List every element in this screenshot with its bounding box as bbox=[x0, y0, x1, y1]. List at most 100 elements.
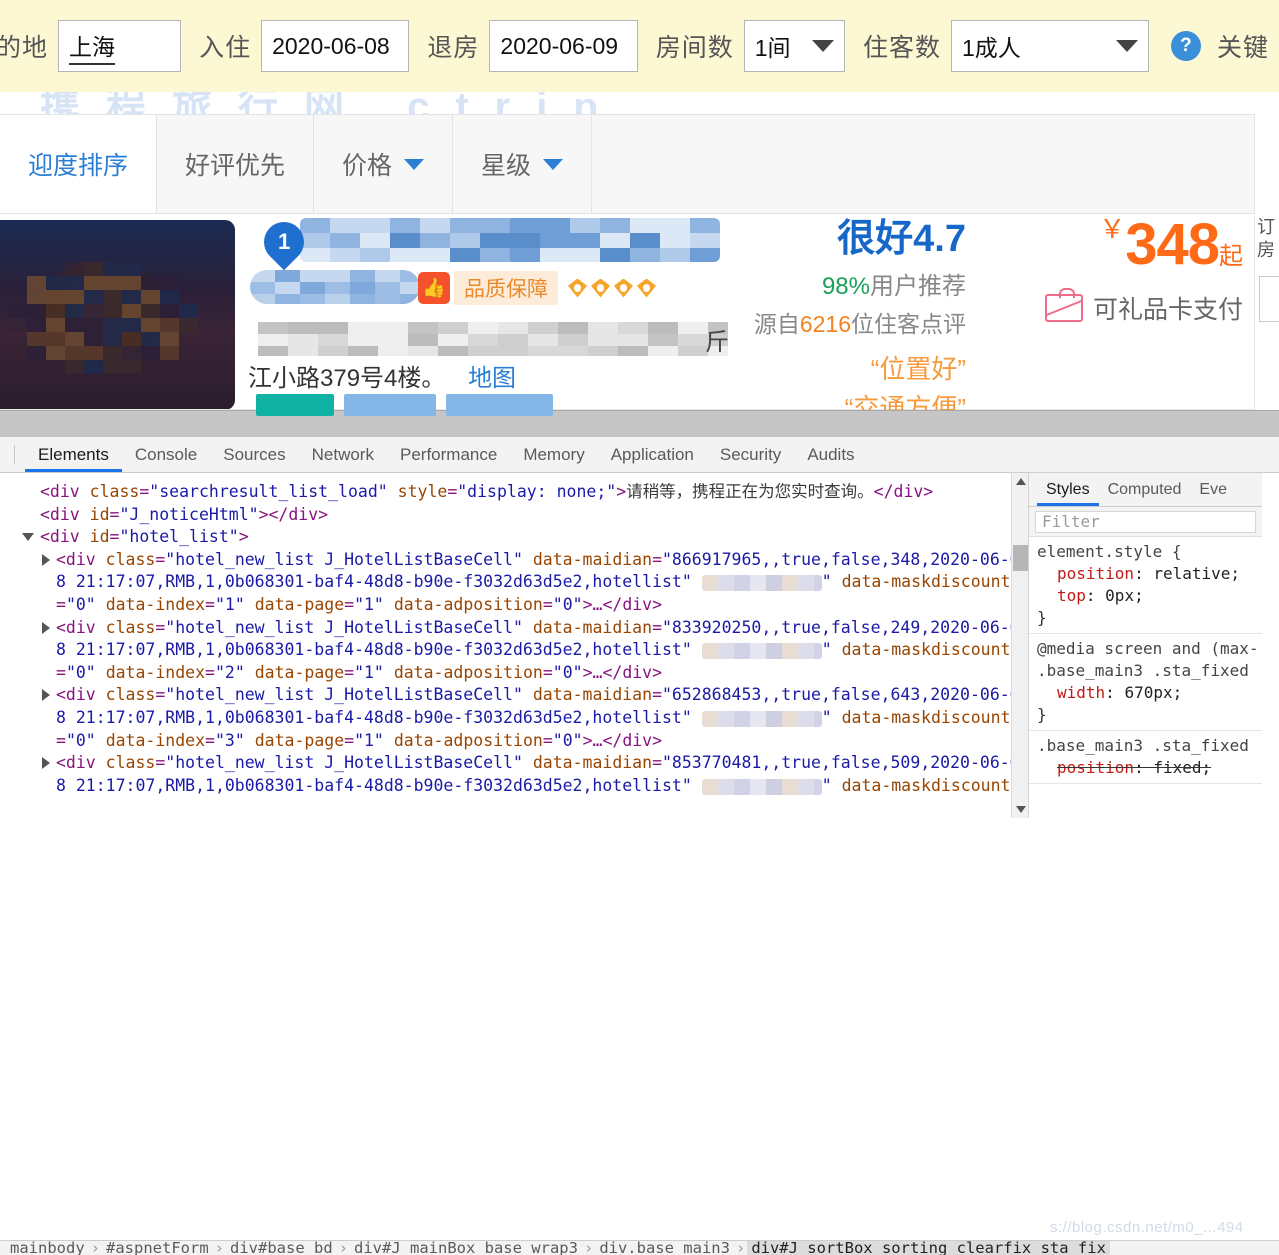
dom-line[interactable]: <div class="hotel_new_list J_HotelListBa… bbox=[14, 617, 1028, 685]
thumbnail-pixel bbox=[65, 346, 84, 360]
styles-tab-computed[interactable]: Computed bbox=[1099, 473, 1191, 506]
redaction-pixel bbox=[718, 779, 734, 795]
css-rule[interactable]: element.style {position: relative; top: 0… bbox=[1029, 537, 1262, 634]
dom-line[interactable]: <div class="hotel_new_list J_HotelListBa… bbox=[14, 752, 1028, 797]
map-link[interactable]: 地图 bbox=[468, 365, 516, 392]
dom-token: data-maidian bbox=[533, 685, 652, 704]
dom-token: ></div> bbox=[259, 505, 329, 524]
redaction-pixel bbox=[375, 282, 400, 294]
redaction-pixel bbox=[330, 218, 360, 233]
hotel-rating-block[interactable]: 很好4.7 98%用户推荐 源自6216位住客点评 “位置好” “交通方便” bbox=[736, 218, 966, 425]
recommend-percent: 98% bbox=[822, 273, 870, 300]
dom-line[interactable]: <div class="hotel_new_list J_HotelListBa… bbox=[14, 549, 1028, 617]
thumbnail-pixel bbox=[84, 262, 103, 276]
sort-bar-filler bbox=[592, 115, 1254, 213]
scrollbar-thumb[interactable] bbox=[1013, 545, 1028, 571]
devtools-tab-network[interactable]: Network bbox=[299, 437, 387, 472]
sort-tab-3[interactable]: 星级 bbox=[453, 115, 592, 213]
hotel-thumbnail-image[interactable] bbox=[0, 220, 235, 410]
breadcrumb-item[interactable]: #aspnetForm bbox=[102, 1240, 213, 1255]
guests-select[interactable]: 1成人 bbox=[951, 20, 1149, 72]
redaction-pixel bbox=[678, 322, 708, 334]
devtools-tab-memory[interactable]: Memory bbox=[510, 437, 597, 472]
sort-tab-0[interactable]: 迎度排序 bbox=[0, 115, 157, 213]
redaction-pixel bbox=[325, 270, 350, 282]
dom-token: = bbox=[205, 663, 215, 682]
dom-line[interactable]: <div id="hotel_list"> bbox=[14, 526, 1028, 549]
dom-token: = bbox=[543, 595, 553, 614]
thumbnail-pixel bbox=[65, 276, 84, 290]
devtools-tab-application[interactable]: Application bbox=[598, 437, 707, 472]
redaction-pixel bbox=[782, 779, 798, 795]
dom-scrollbar[interactable] bbox=[1011, 473, 1028, 818]
breadcrumb-item[interactable]: div#base_bd bbox=[226, 1240, 337, 1255]
breadcrumb-item[interactable]: div.base_main3 bbox=[595, 1240, 734, 1255]
css-declaration[interactable]: width: 670px; bbox=[1037, 682, 1262, 704]
css-rule[interactable]: @media screen and (max- .base_main3 .sta_… bbox=[1029, 634, 1262, 731]
redaction-pixel bbox=[258, 346, 288, 356]
devtools-tab-sources[interactable]: Sources bbox=[210, 437, 298, 472]
dom-token: <div bbox=[40, 505, 90, 524]
dom-token: data-page bbox=[255, 731, 344, 750]
hotel-name-redacted[interactable] bbox=[300, 218, 720, 262]
devtools-tab-elements[interactable]: Elements bbox=[25, 437, 122, 472]
scroll-down-arrow-icon[interactable] bbox=[1012, 801, 1029, 818]
css-declaration[interactable]: position: fixed; bbox=[1037, 757, 1262, 779]
redaction-pixel bbox=[678, 346, 708, 356]
dom-token: class bbox=[106, 685, 156, 704]
devtools-tab-audits[interactable]: Audits bbox=[794, 437, 867, 472]
thumbnail-pixel bbox=[103, 360, 122, 374]
thumbnail-pixel bbox=[122, 360, 141, 374]
css-value: : relative; bbox=[1134, 564, 1240, 583]
dom-line[interactable]: <div id="J_noticeHtml"></div> bbox=[14, 504, 1028, 527]
redaction-pixel bbox=[400, 270, 420, 282]
destination-value: 上海 bbox=[69, 28, 115, 65]
triangle-right-icon[interactable] bbox=[42, 689, 50, 701]
thumbnail-pixel bbox=[103, 304, 122, 318]
dom-token: > bbox=[616, 482, 626, 501]
redaction-pixel bbox=[702, 779, 718, 795]
dom-token: <div bbox=[56, 618, 106, 637]
sort-tab-2[interactable]: 价格 bbox=[314, 115, 453, 213]
triangle-down-icon[interactable] bbox=[22, 533, 34, 547]
checkin-input[interactable]: 2020-06-08 bbox=[261, 20, 409, 72]
destination-input[interactable]: 上海 bbox=[58, 20, 181, 72]
redaction-pixel bbox=[275, 270, 300, 282]
devtools-resize-handle[interactable] bbox=[0, 410, 1279, 437]
dom-token: </div> bbox=[874, 482, 934, 501]
question-mark-icon[interactable]: ? bbox=[1171, 31, 1201, 61]
dom-line[interactable]: <div class="hotel_new_list J_HotelListBa… bbox=[14, 684, 1028, 752]
scroll-up-arrow-icon[interactable] bbox=[1012, 473, 1029, 490]
dom-breadcrumb[interactable]: mainbody › #aspnetForm › div#base_bd › div#J_m… bbox=[0, 1240, 1279, 1255]
styles-tab-styles[interactable]: Styles bbox=[1037, 473, 1099, 506]
dom-line[interactable]: <div class="searchresult_list_load" styl… bbox=[14, 481, 1028, 504]
hotel-price-block[interactable]: ￥348起 可礼品卡支付 bbox=[1018, 216, 1243, 326]
gift-card-icon bbox=[1045, 294, 1083, 322]
breadcrumb-item[interactable]: mainbody bbox=[6, 1240, 89, 1255]
css-declaration[interactable]: position: relative; bbox=[1037, 563, 1262, 585]
elements-dom-tree[interactable]: <div class="searchresult_list_load" styl… bbox=[0, 473, 1029, 818]
thumbnail-pixel bbox=[141, 304, 160, 318]
dom-token: = bbox=[205, 731, 215, 750]
devtools-tab-console[interactable]: Console bbox=[122, 437, 210, 472]
rooms-select[interactable]: 1间 bbox=[744, 20, 845, 72]
redaction-pixel bbox=[618, 334, 648, 346]
breadcrumb-item[interactable]: div#J_sortBox sorting clearfix sta_fix bbox=[747, 1240, 1110, 1255]
checkout-input[interactable]: 2020-06-09 bbox=[489, 20, 637, 72]
css-declaration[interactable]: top: 0px; bbox=[1037, 585, 1262, 607]
styles-tab-eve[interactable]: Eve bbox=[1190, 473, 1236, 506]
thumbnail-pixel bbox=[27, 276, 46, 290]
rating-score: 很好4.7 bbox=[736, 218, 966, 262]
redaction-pixel bbox=[540, 218, 570, 233]
sort-tab-1[interactable]: 好评优先 bbox=[157, 115, 314, 213]
devtools-tab-performance[interactable]: Performance bbox=[387, 437, 510, 472]
triangle-right-icon[interactable] bbox=[42, 757, 50, 769]
triangle-right-icon[interactable] bbox=[42, 554, 50, 566]
dom-token: " bbox=[822, 572, 842, 591]
dom-token: = bbox=[110, 527, 120, 546]
css-rule[interactable]: .base_main3 .sta_fixed position: fixed; bbox=[1029, 731, 1262, 784]
breadcrumb-item[interactable]: div#J_mainBox base_wrap3 bbox=[350, 1240, 582, 1255]
styles-filter-input[interactable]: Filter bbox=[1035, 511, 1256, 533]
devtools-tab-security[interactable]: Security bbox=[707, 437, 794, 472]
triangle-right-icon[interactable] bbox=[42, 622, 50, 634]
